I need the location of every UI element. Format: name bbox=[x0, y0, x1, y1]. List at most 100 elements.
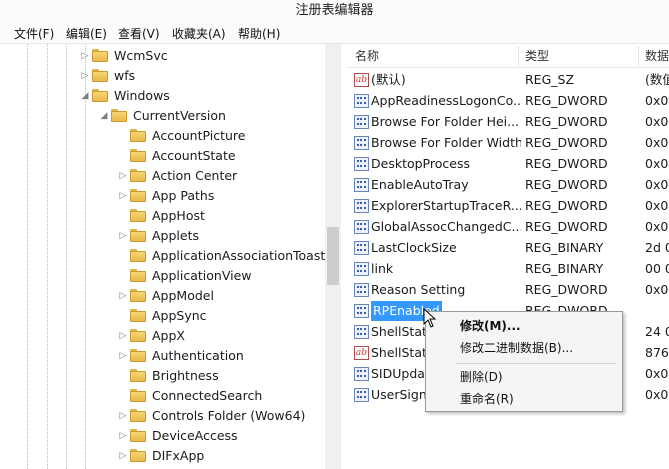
column-header-name[interactable]: 名称 bbox=[355, 44, 379, 68]
value-row[interactable]: ab (默认) REG_SZ (数值 bbox=[347, 70, 669, 90]
value-row[interactable]: link REG_BINARY 00 0 bbox=[347, 259, 669, 279]
folder-icon bbox=[130, 129, 146, 142]
expand-arrow-icon[interactable]: ▷ bbox=[118, 291, 128, 301]
folder-icon bbox=[130, 149, 146, 162]
folder-icon bbox=[130, 269, 146, 282]
column-divider[interactable] bbox=[518, 46, 519, 66]
value-data: 0x00 bbox=[645, 177, 669, 192]
value-name: ExplorerStartupTraceR... bbox=[371, 198, 521, 213]
expand-arrow-icon[interactable]: ▷ bbox=[80, 51, 90, 61]
value-type: REG_DWORD bbox=[525, 282, 608, 297]
folder-icon bbox=[130, 289, 146, 302]
tree-item[interactable]: AccountState bbox=[7, 146, 327, 166]
tree-item[interactable]: AppSync bbox=[7, 306, 327, 326]
value-name: DesktopProcess bbox=[371, 156, 470, 171]
tree-item[interactable]: ▷ wfs bbox=[7, 66, 327, 86]
tree-item[interactable]: ◢ CurrentVersion bbox=[7, 106, 327, 126]
tree-item-label: Brightness bbox=[152, 368, 219, 383]
column-divider[interactable] bbox=[638, 46, 639, 66]
column-header-type[interactable]: 类型 bbox=[525, 44, 549, 68]
value-name: LastClockSize bbox=[371, 240, 457, 255]
context-menu-delete[interactable]: 删除(D) bbox=[426, 366, 622, 388]
tree-item-label: Action Center bbox=[152, 168, 238, 183]
context-menu-modify[interactable]: 修改(M)... bbox=[426, 315, 622, 337]
expand-arrow-icon[interactable]: ▷ bbox=[118, 331, 128, 341]
tree-item[interactable]: ▷ DIFxApp bbox=[7, 446, 327, 466]
folder-icon bbox=[92, 69, 108, 82]
tree-item[interactable]: AccountPicture bbox=[7, 126, 327, 146]
value-data: 24 0 bbox=[645, 324, 669, 339]
folder-icon bbox=[130, 369, 146, 382]
collapse-arrow-icon[interactable]: ◢ bbox=[80, 91, 90, 101]
tree-item[interactable]: ▷ AppModel bbox=[7, 286, 327, 306]
expand-arrow-icon bbox=[118, 391, 128, 401]
value-row[interactable]: Browse For Folder Width REG_DWORD 0x00 bbox=[347, 133, 669, 153]
tree-item[interactable]: ApplicationView bbox=[7, 266, 327, 286]
binary-value-icon bbox=[354, 115, 369, 129]
expand-arrow-icon[interactable]: ▷ bbox=[118, 191, 128, 201]
tree-item[interactable]: ▷ Applets bbox=[7, 226, 327, 246]
tree-item[interactable]: AppHost bbox=[7, 206, 327, 226]
column-header-data[interactable]: 数据 bbox=[645, 44, 669, 68]
binary-value-icon bbox=[354, 304, 369, 318]
value-data: 0x00 bbox=[645, 156, 669, 171]
collapse-arrow-icon[interactable]: ◢ bbox=[99, 111, 109, 121]
folder-icon bbox=[130, 189, 146, 202]
expand-arrow-icon[interactable]: ▷ bbox=[118, 411, 128, 421]
tree-item-label: AppSync bbox=[152, 308, 207, 323]
expand-arrow-icon[interactable]: ▷ bbox=[118, 451, 128, 461]
value-data: 0x00 bbox=[645, 387, 669, 402]
value-name: AppReadinessLogonCo... bbox=[371, 93, 521, 108]
expand-arrow-icon bbox=[118, 151, 128, 161]
value-row[interactable]: Browse For Folder Hei... REG_DWORD 0x00 bbox=[347, 112, 669, 132]
expand-arrow-icon bbox=[118, 371, 128, 381]
value-row[interactable]: EnableAutoTray REG_DWORD 0x00 bbox=[347, 175, 669, 195]
expand-arrow-icon[interactable]: ▷ bbox=[118, 171, 128, 181]
registry-key-tree[interactable]: ▷ WcmSvc ▷ wfs ◢ Windows ◢ CurrentVersion Accoun… bbox=[7, 44, 341, 469]
expand-arrow-icon bbox=[118, 311, 128, 321]
expand-arrow-icon[interactable]: ▷ bbox=[118, 351, 128, 361]
value-row[interactable]: DesktopProcess REG_DWORD 0x00 bbox=[347, 154, 669, 174]
tree-item[interactable]: ApplicationAssociationToasts bbox=[7, 246, 332, 266]
tree-item-label: AppHost bbox=[152, 208, 205, 223]
expand-arrow-icon[interactable]: ▷ bbox=[118, 431, 128, 441]
tree-item-label: DIFxApp bbox=[152, 448, 205, 463]
mouse-pointer-icon bbox=[423, 307, 437, 328]
binary-value-icon bbox=[354, 262, 369, 276]
expand-arrow-icon[interactable]: ▷ bbox=[118, 231, 128, 241]
menu-file[interactable]: 文件(F) bbox=[14, 24, 54, 44]
value-name: Browse For Folder Width bbox=[371, 135, 521, 150]
value-type: REG_DWORD bbox=[525, 114, 608, 129]
tree-item[interactable]: ▷ AppX bbox=[7, 326, 327, 346]
tree-item[interactable]: ▷ Authentication bbox=[7, 346, 327, 366]
tree-item-label: ApplicationView bbox=[152, 268, 252, 283]
value-data: 0x00 bbox=[645, 219, 669, 234]
value-row[interactable]: GlobalAssocChangedC... REG_DWORD 0x00 bbox=[347, 217, 669, 237]
tree-item[interactable]: Brightness bbox=[7, 366, 327, 386]
menu-view[interactable]: 查看(V) bbox=[118, 24, 160, 44]
context-menu-modify-binary[interactable]: 修改二进制数据(B)... bbox=[426, 337, 622, 359]
context-menu-rename[interactable]: 重命名(R) bbox=[426, 388, 622, 410]
tree-item[interactable]: ▷ Controls Folder (Wow64) bbox=[7, 406, 327, 426]
value-row[interactable]: LastClockSize REG_BINARY 2d 0 bbox=[347, 238, 669, 258]
value-row[interactable]: Reason Setting REG_DWORD 0x00 bbox=[347, 280, 669, 300]
menu-favorites[interactable]: 收藏夹(A) bbox=[172, 24, 226, 44]
binary-value-icon bbox=[354, 325, 369, 339]
tree-item[interactable]: ▷ Action Center bbox=[7, 166, 327, 186]
tree-scrollbar-thumb[interactable] bbox=[327, 227, 339, 285]
tree-item[interactable]: ▷ WcmSvc bbox=[7, 46, 327, 66]
value-row[interactable]: AppReadinessLogonCo... REG_DWORD 0x00 bbox=[347, 91, 669, 111]
expand-arrow-icon bbox=[118, 211, 128, 221]
tree-item[interactable]: ConnectedSearch bbox=[7, 386, 327, 406]
binary-value-icon bbox=[354, 199, 369, 213]
folder-icon bbox=[130, 349, 146, 362]
tree-item[interactable]: ▷ App Paths bbox=[7, 186, 327, 206]
tree-item-label: ConnectedSearch bbox=[152, 388, 263, 403]
tree-item-label: Applets bbox=[152, 228, 199, 243]
menu-edit[interactable]: 编辑(E) bbox=[66, 24, 107, 44]
value-row[interactable]: ExplorerStartupTraceR... REG_DWORD 0x00 bbox=[347, 196, 669, 216]
tree-item[interactable]: ◢ Windows bbox=[7, 86, 327, 106]
expand-arrow-icon[interactable]: ▷ bbox=[80, 71, 90, 81]
tree-item[interactable]: ▷ DeviceAccess bbox=[7, 426, 327, 446]
menu-help[interactable]: 帮助(H) bbox=[238, 24, 280, 44]
